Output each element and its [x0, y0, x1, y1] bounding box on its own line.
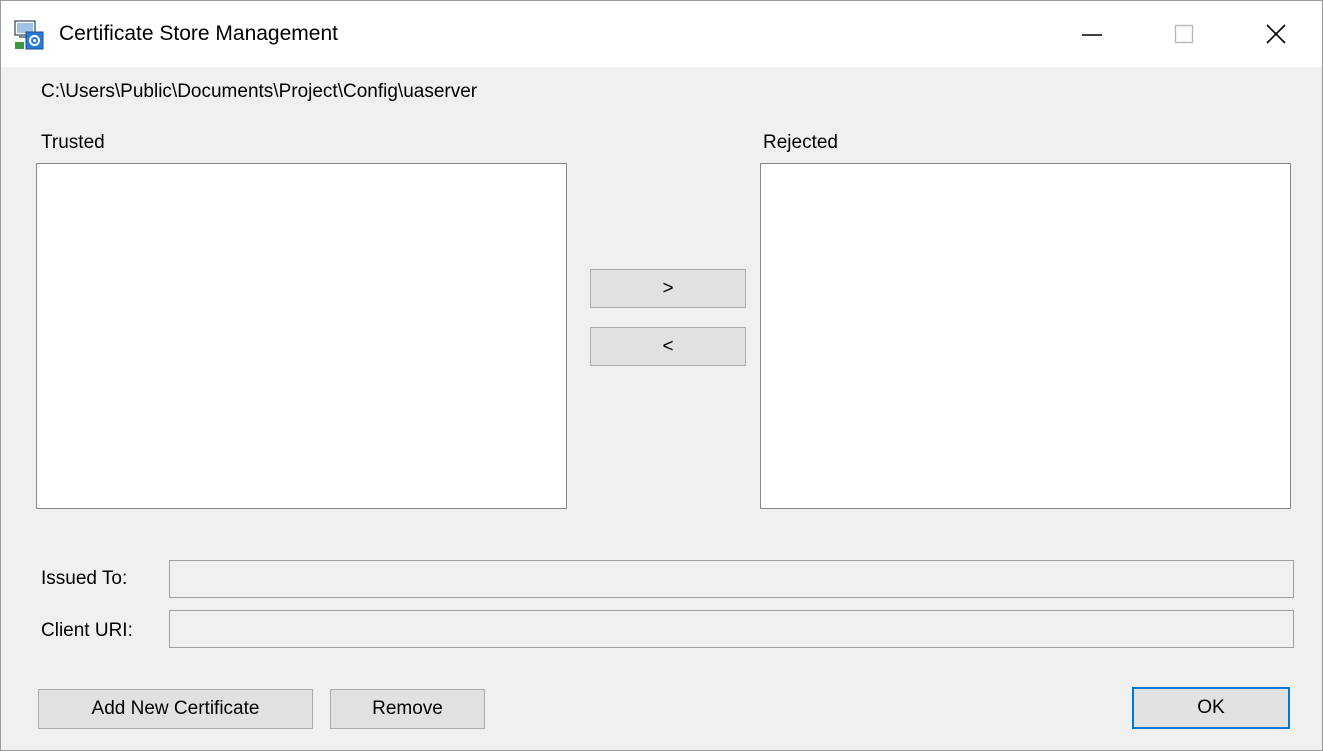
add-new-certificate-button[interactable]: Add New Certificate [38, 689, 313, 729]
title-bar[interactable]: Certificate Store Management [1, 1, 1322, 67]
rejected-listbox[interactable] [760, 163, 1291, 509]
trusted-label: Trusted [41, 132, 105, 153]
remove-button[interactable]: Remove [330, 689, 485, 729]
trusted-listbox[interactable] [36, 163, 567, 509]
certificate-store-dialog: Certificate Store Management C:\Users\Pu… [0, 0, 1323, 751]
issued-to-field[interactable] [169, 560, 1294, 598]
rejected-label: Rejected [763, 132, 838, 153]
close-button[interactable] [1230, 1, 1322, 67]
client-uri-field[interactable] [169, 610, 1294, 648]
move-to-trusted-button[interactable]: < [590, 327, 746, 366]
minimize-icon [1082, 34, 1102, 36]
store-path-label: C:\Users\Public\Documents\Project\Config… [41, 81, 478, 102]
maximize-icon [1174, 24, 1194, 44]
minimize-button[interactable] [1046, 1, 1138, 67]
certificate-store-icon [14, 20, 44, 50]
move-to-rejected-button[interactable]: > [590, 269, 746, 308]
close-icon [1266, 24, 1286, 44]
ok-button[interactable]: OK [1132, 687, 1290, 729]
maximize-button[interactable] [1138, 1, 1230, 67]
client-uri-label: Client URI: [41, 620, 133, 641]
window-title: Certificate Store Management [59, 22, 338, 45]
issued-to-label: Issued To: [41, 568, 128, 589]
